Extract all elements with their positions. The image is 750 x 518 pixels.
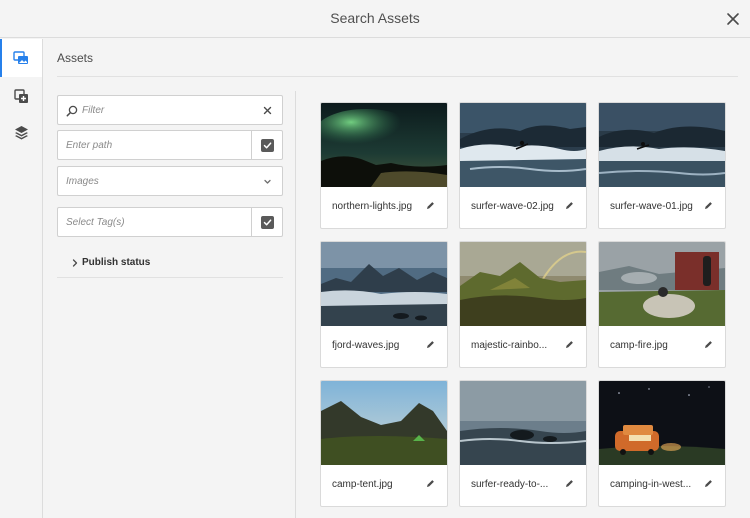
asset-name: surfer-wave-02.jpg bbox=[471, 201, 554, 212]
pencil-icon[interactable] bbox=[564, 339, 575, 350]
dialog-title: Search Assets bbox=[330, 10, 420, 26]
asset-card[interactable]: camp-fire.jpg bbox=[598, 241, 726, 368]
asset-thumbnail bbox=[599, 381, 725, 465]
asset-name: camp-fire.jpg bbox=[610, 340, 668, 351]
path-field[interactable]: Enter path bbox=[57, 130, 283, 160]
layers-icon bbox=[14, 125, 28, 139]
asset-card[interactable]: fjord-waves.jpg bbox=[320, 241, 448, 368]
chevron-down-icon bbox=[264, 179, 271, 184]
pencil-icon[interactable] bbox=[425, 478, 436, 489]
asset-card[interactable]: camping-in-west... bbox=[598, 380, 726, 507]
publish-status-label: Publish status bbox=[82, 257, 151, 268]
pencil-icon[interactable] bbox=[703, 478, 714, 489]
path-browse-button[interactable] bbox=[251, 131, 282, 159]
filter-placeholder: Filter bbox=[82, 105, 105, 116]
asset-name: surfer-wave-01.jpg bbox=[610, 201, 693, 212]
asset-type-select[interactable]: Images bbox=[57, 166, 283, 196]
asset-card[interactable]: surfer-wave-01.jpg bbox=[598, 102, 726, 229]
asset-name: northern-lights.jpg bbox=[332, 201, 413, 212]
clear-icon[interactable] bbox=[262, 105, 273, 116]
check-icon bbox=[260, 138, 274, 152]
publish-status-toggle[interactable]: Publish status bbox=[57, 252, 283, 278]
asset-name: camping-in-west... bbox=[610, 479, 692, 490]
asset-thumbnail bbox=[321, 242, 447, 326]
asset-thumbnail bbox=[599, 103, 725, 187]
rail-tab-content-fragments[interactable] bbox=[0, 77, 42, 115]
rail-tab-assets[interactable] bbox=[0, 39, 42, 77]
asset-card[interactable]: camp-tent.jpg bbox=[320, 380, 448, 507]
asset-grid: northern-lights.jpg surfer-wave-02.jpg s… bbox=[320, 102, 735, 518]
pencil-icon[interactable] bbox=[564, 478, 575, 489]
pencil-icon[interactable] bbox=[564, 200, 575, 211]
filter-input[interactable]: Filter bbox=[57, 95, 283, 125]
asset-card[interactable]: northern-lights.jpg bbox=[320, 102, 448, 229]
asset-name: surfer-ready-to-... bbox=[471, 479, 549, 490]
asset-name: majestic-rainbo... bbox=[471, 340, 548, 351]
asset-type-value: Images bbox=[66, 176, 99, 187]
chevron-right-icon bbox=[72, 259, 78, 267]
images-icon bbox=[13, 51, 28, 64]
side-rail bbox=[0, 39, 43, 518]
assets-panel: Assets Filter Enter path Images Select T… bbox=[44, 39, 750, 518]
check-icon bbox=[260, 215, 274, 229]
pencil-icon[interactable] bbox=[703, 200, 714, 211]
search-icon bbox=[66, 105, 78, 117]
asset-thumbnail bbox=[460, 381, 586, 465]
path-placeholder: Enter path bbox=[66, 140, 113, 151]
asset-thumbnail bbox=[321, 381, 447, 465]
pencil-icon[interactable] bbox=[425, 339, 436, 350]
copy-add-icon bbox=[13, 88, 28, 103]
pencil-icon[interactable] bbox=[703, 339, 714, 350]
asset-card[interactable]: surfer-wave-02.jpg bbox=[459, 102, 587, 229]
column-divider bbox=[295, 91, 296, 518]
asset-card[interactable]: surfer-ready-to-... bbox=[459, 380, 587, 507]
asset-thumbnail bbox=[460, 103, 586, 187]
panel-heading: Assets bbox=[57, 51, 94, 65]
close-icon[interactable] bbox=[724, 10, 742, 28]
asset-thumbnail bbox=[321, 103, 447, 187]
divider bbox=[57, 277, 283, 278]
divider bbox=[57, 76, 738, 77]
tags-placeholder: Select Tag(s) bbox=[66, 217, 125, 228]
tags-field[interactable]: Select Tag(s) bbox=[57, 207, 283, 237]
dialog-header: Search Assets bbox=[0, 0, 750, 38]
pencil-icon[interactable] bbox=[425, 200, 436, 211]
asset-card[interactable]: majestic-rainbo... bbox=[459, 241, 587, 368]
asset-name: camp-tent.jpg bbox=[332, 479, 393, 490]
asset-thumbnail bbox=[460, 242, 586, 326]
tags-picker-button[interactable] bbox=[251, 208, 282, 236]
rail-tab-components[interactable] bbox=[0, 113, 42, 151]
asset-thumbnail bbox=[599, 242, 725, 326]
asset-name: fjord-waves.jpg bbox=[332, 340, 400, 351]
